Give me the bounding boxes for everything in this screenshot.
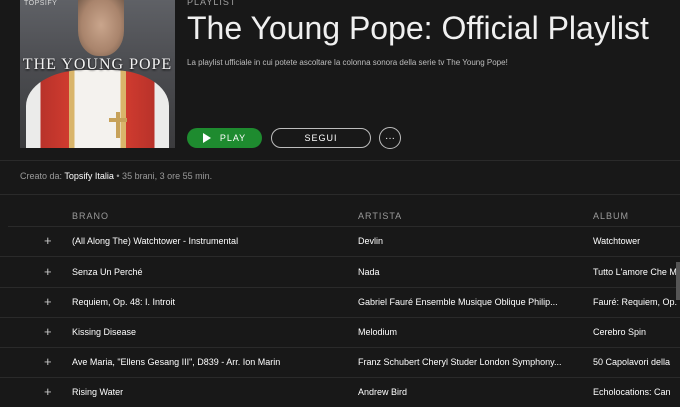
plus-icon[interactable]: + <box>44 234 52 247</box>
track-artist[interactable]: Devlin <box>358 236 586 246</box>
follow-label: SEGUI <box>304 133 338 143</box>
track-row[interactable]: + Ave Maria, "Ellens Gesang III", D839 -… <box>0 347 680 378</box>
track-title: (All Along The) Watchtower - Instrumenta… <box>72 236 239 246</box>
column-header-album[interactable]: ALBUM <box>593 211 629 221</box>
divider <box>0 194 680 195</box>
plus-icon[interactable]: + <box>44 325 52 338</box>
follow-button[interactable]: SEGUI <box>271 128 371 148</box>
page-title: The Young Pope: Official Playlist <box>187 10 649 46</box>
track-album[interactable]: Cerebro Spin <box>593 327 680 337</box>
track-row[interactable]: + Kissing Disease Melodium Cerebro Spin <box>0 317 680 348</box>
playlist-description: La playlist ufficiale in cui potete asco… <box>187 58 508 67</box>
created-by-prefix: Creato da: <box>20 171 65 181</box>
track-artist[interactable]: Melodium <box>358 327 586 337</box>
more-options-button[interactable]: ··· <box>379 127 401 149</box>
track-album[interactable]: Echolocations: Can <box>593 387 680 397</box>
track-artist[interactable]: Gabriel Fauré Ensemble Musique Oblique P… <box>358 297 586 307</box>
track-row[interactable]: + (All Along The) Watchtower - Instrumen… <box>0 226 680 257</box>
track-title: Rising Water <box>72 387 124 397</box>
cover-title: THE YOUNG POPE <box>22 56 173 73</box>
track-artist[interactable]: Nada <box>358 267 586 277</box>
playlist-meta: Creato da: Topsify Italia • 35 brani, 3 … <box>20 171 212 181</box>
plus-icon[interactable]: + <box>44 295 52 308</box>
track-album[interactable]: 50 Capolavori della <box>593 357 680 367</box>
track-album[interactable]: Watchtower <box>593 236 680 246</box>
track-album[interactable]: Fauré: Requiem, Op. <box>593 297 680 307</box>
track-row[interactable]: + Senza Un Perché Nada Tutto L'amore Che… <box>0 257 680 288</box>
track-title: Kissing Disease <box>72 327 137 337</box>
cover-robe <box>26 70 169 148</box>
play-label: PLAY <box>219 133 247 143</box>
track-album[interactable]: Tutto L'amore Che Mi <box>593 267 680 277</box>
playlist-cover: TOPSIFY THE YOUNG POPE <box>20 0 175 148</box>
playlist-kind-label: PLAYLIST <box>187 0 237 7</box>
track-title: Ave Maria, "Ellens Gesang III", D839 - A… <box>72 357 281 367</box>
column-header-artist[interactable]: ARTISTA <box>358 211 402 221</box>
owner-link[interactable]: Topsify Italia <box>64 171 114 181</box>
track-title: Requiem, Op. 48: I. Introit <box>72 297 176 307</box>
column-header-song[interactable]: BRANO <box>72 211 109 221</box>
track-title: Senza Un Perché <box>72 267 143 277</box>
track-artist[interactable]: Andrew Bird <box>358 387 586 397</box>
track-row[interactable]: + Requiem, Op. 48: I. Introit Gabriel Fa… <box>0 287 680 318</box>
cover-face <box>78 0 124 56</box>
play-button[interactable]: PLAY <box>187 128 262 148</box>
more-icon: ··· <box>385 132 395 144</box>
plus-icon[interactable]: + <box>44 355 52 368</box>
play-icon <box>202 133 211 143</box>
scrollbar[interactable] <box>676 262 680 300</box>
plus-icon[interactable]: + <box>44 385 52 398</box>
cover-brand: TOPSIFY <box>24 0 58 7</box>
divider <box>0 160 680 161</box>
playlist-stats: • 35 brani, 3 ore 55 min. <box>113 171 213 181</box>
track-artist[interactable]: Franz Schubert Cheryl Studer London Symp… <box>358 357 586 367</box>
track-row[interactable]: + Rising Water Andrew Bird Echolocations… <box>0 377 680 407</box>
plus-icon[interactable]: + <box>44 265 52 278</box>
cover-cross-icon <box>109 112 127 138</box>
